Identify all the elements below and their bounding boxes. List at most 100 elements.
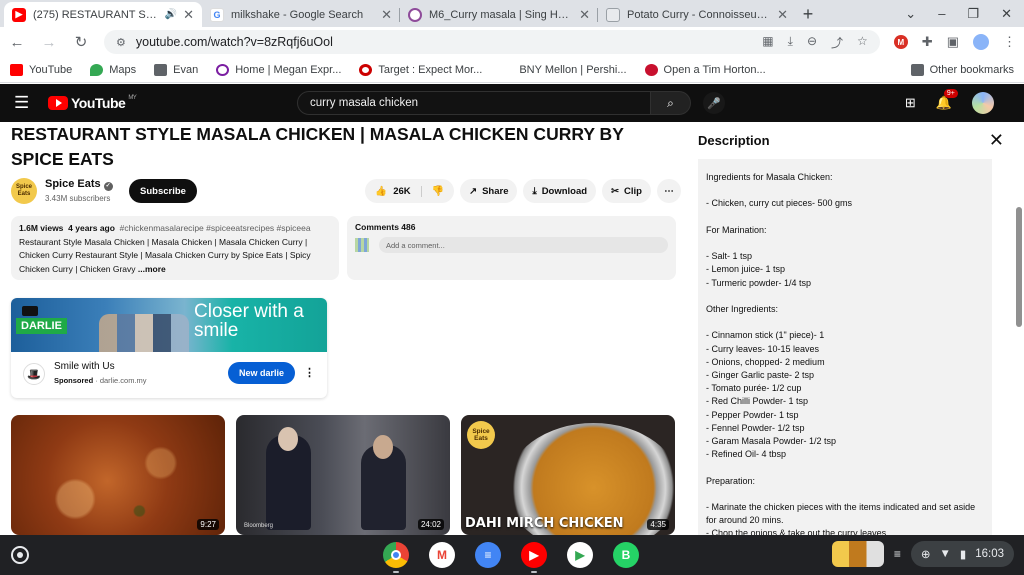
ad-cta-button[interactable]: New darlie [228, 362, 296, 384]
site-info-icon[interactable]: ⚙ [116, 36, 126, 49]
comments-box[interactable]: Comments 486 Add a comment... [347, 216, 676, 280]
ad-menu-icon[interactable]: ⋮ [304, 366, 315, 379]
gmail-icon[interactable]: M [429, 542, 455, 568]
close-tab-icon[interactable]: ✕ [777, 7, 788, 23]
tab-search-icon[interactable]: ⌄ [905, 6, 916, 22]
install-icon[interactable]: ⤓ [788, 34, 793, 51]
scrollbar-thumb[interactable] [1016, 207, 1022, 327]
tab-curry-masala[interactable]: M6_Curry masala | Sing Heng Co ✕ [400, 2, 598, 27]
like-button[interactable]: 👍 26K [365, 185, 422, 197]
more-actions-icon[interactable]: ⋯ [657, 179, 681, 203]
status-area[interactable]: ⊕ ▼ ▮ 16:03 [910, 541, 1014, 567]
bookmark-tim-hortons[interactable]: Open a Tim Horton... [644, 63, 766, 76]
scrollbar[interactable] [1016, 167, 1022, 527]
chrome-icon[interactable] [383, 542, 409, 573]
clip-button[interactable]: ✂ Clip [602, 179, 651, 203]
target-icon [359, 63, 373, 76]
share-button[interactable]: ↗ Share [460, 179, 518, 203]
description-panel: Description ✕ Ingredients for Masala Chi… [688, 122, 1024, 535]
clipboard-icon[interactable]: ≡ [894, 547, 901, 561]
notifications-bell-icon[interactable]: 🔔 9+ [936, 89, 958, 111]
other-bookmarks[interactable]: Other bookmarks [910, 63, 1014, 76]
description-box[interactable]: 1.6M views 4 years ago #chickenmasalarec… [11, 216, 339, 280]
omnibox-actions: ▦ ⤓ ⊖ ⤴ ☆ [762, 34, 868, 51]
avatar[interactable] [972, 92, 994, 114]
sponsored-ad[interactable]: DARLIE Closer with a smile 🎩 Smile with … [11, 298, 327, 398]
back-icon[interactable]: ← [8, 34, 26, 51]
tab-youtube[interactable]: ▶ (275) RESTAURANT STYLE M 🔊 ✕ [4, 2, 202, 27]
forward-icon[interactable]: → [40, 34, 58, 51]
ad-banner[interactable]: DARLIE Closer with a smile [11, 298, 327, 352]
share-icon[interactable]: ⤴ [831, 34, 843, 51]
comment-input[interactable]: Add a comment... [379, 237, 668, 253]
bookmark-evan[interactable]: Evan [154, 63, 198, 76]
holding-space-thumbnails[interactable] [831, 541, 884, 567]
browser-toolbar: ← → ↻ ⚙ youtube.com/watch?v=8zRqfj6uOol … [0, 27, 1024, 57]
more-link[interactable]: ...more [138, 264, 166, 274]
youtube-icon [10, 63, 23, 76]
thumbnail-caption: DAHI MIRCH CHICKEN [465, 516, 624, 531]
search-input[interactable]: curry masala chicken [297, 91, 651, 115]
system-tray: ≡ ⊕ ▼ ▮ 16:03 [831, 541, 1014, 567]
related-video-thumbnail[interactable]: Bloomberg 24:02 [236, 415, 450, 535]
hashtags[interactable]: #chickenmasalarecipe #spiceeatsrecipes #… [120, 223, 311, 233]
extension-m-icon[interactable]: M [893, 35, 908, 49]
bookmark-target[interactable]: Target : Expect Mor... [359, 63, 482, 76]
video-duration: 24:02 [417, 519, 444, 530]
speaker-icon[interactable]: 🔊 [165, 9, 177, 20]
site-icon [644, 63, 658, 76]
pinned-apps: M ≡ ▶ ▶ B [383, 542, 639, 573]
ad-domain: darlie.com.my [99, 376, 147, 385]
comments-header: Comments 486 [355, 222, 416, 232]
search-icon[interactable]: ⌕ [651, 91, 691, 115]
minimize-icon[interactable]: – [938, 6, 945, 21]
close-window-icon[interactable]: ✕ [1001, 6, 1012, 22]
dislike-button[interactable]: 👎 [422, 186, 454, 197]
extension-icons: M ✚ ▣ ⋮ [893, 34, 1016, 50]
bookmark-youtube[interactable]: YouTube [10, 63, 72, 76]
bookmark-bny-mellon[interactable]: BNY Mellon | Pershi... [500, 63, 627, 76]
os-taskbar: M ≡ ▶ ▶ B ≡ ⊕ ▼ ▮ 16:03 [0, 535, 1024, 575]
docs-icon[interactable]: ≡ [475, 542, 501, 568]
close-tab-icon[interactable]: ✕ [381, 7, 392, 23]
related-video-thumbnail[interactable]: 9:27 [11, 415, 225, 535]
close-tab-icon[interactable]: ✕ [579, 7, 590, 23]
play-store-icon[interactable]: ▶ [567, 542, 593, 568]
tab-google-search[interactable]: G milkshake - Google Search ✕ [202, 2, 400, 27]
reload-icon[interactable]: ↻ [72, 33, 90, 51]
channel-avatar[interactable]: Spice Eats [11, 178, 37, 204]
qr-code-icon[interactable]: ▦ [762, 34, 773, 51]
scissors-icon: ✂ [611, 185, 620, 197]
zoom-icon[interactable]: ⊖ [807, 34, 817, 51]
close-icon[interactable]: ✕ [989, 130, 1004, 151]
bookmark-star-icon[interactable]: ☆ [857, 34, 868, 51]
close-tab-icon[interactable]: ✕ [183, 7, 194, 23]
microphone-icon[interactable]: 🎤 [703, 92, 725, 114]
sponsored-label: Sponsored [54, 376, 94, 385]
channel-name[interactable]: Spice Eats ✓ [45, 178, 113, 191]
tab-potato-curry[interactable]: Potato Curry - Connoisseurus Ve ✕ [598, 2, 796, 27]
create-video-icon[interactable]: ⊞ [905, 95, 916, 111]
profile-avatar[interactable] [973, 34, 989, 50]
whatsapp-icon[interactable]: B [613, 542, 639, 568]
download-button[interactable]: ⤓ Download [523, 179, 597, 203]
youtube-icon[interactable]: ▶ [521, 542, 547, 573]
side-panel-icon[interactable]: ▣ [947, 34, 959, 50]
restore-icon[interactable]: ❐ [967, 6, 979, 22]
share-arrow-icon: ↗ [469, 185, 478, 197]
bookmark-maps[interactable]: Maps [90, 63, 136, 76]
extensions-puzzle-icon[interactable]: ✚ [922, 34, 933, 50]
interview-person [361, 435, 406, 530]
related-video-thumbnail[interactable]: Spice Eats DAHI MIRCH CHICKEN 4:35 [461, 415, 675, 535]
hamburger-menu-icon[interactable]: ☰ [14, 93, 38, 113]
youtube-logo[interactable]: YouTube MY [48, 95, 137, 111]
bookmark-megan-express[interactable]: Home | Megan Expr... [216, 63, 341, 76]
launcher-icon[interactable] [11, 546, 29, 564]
address-bar[interactable]: ⚙ youtube.com/watch?v=8zRqfj6uOol ▦ ⤓ ⊖ … [104, 30, 880, 54]
add-icon: ⊕ [920, 549, 931, 561]
bookmark-label: Open a Tim Horton... [663, 63, 766, 76]
menu-kebab-icon[interactable]: ⋮ [1003, 34, 1016, 50]
clock: 16:03 [975, 548, 1004, 560]
subscribe-button[interactable]: Subscribe [129, 179, 197, 203]
new-tab-icon[interactable]: + [796, 2, 820, 27]
